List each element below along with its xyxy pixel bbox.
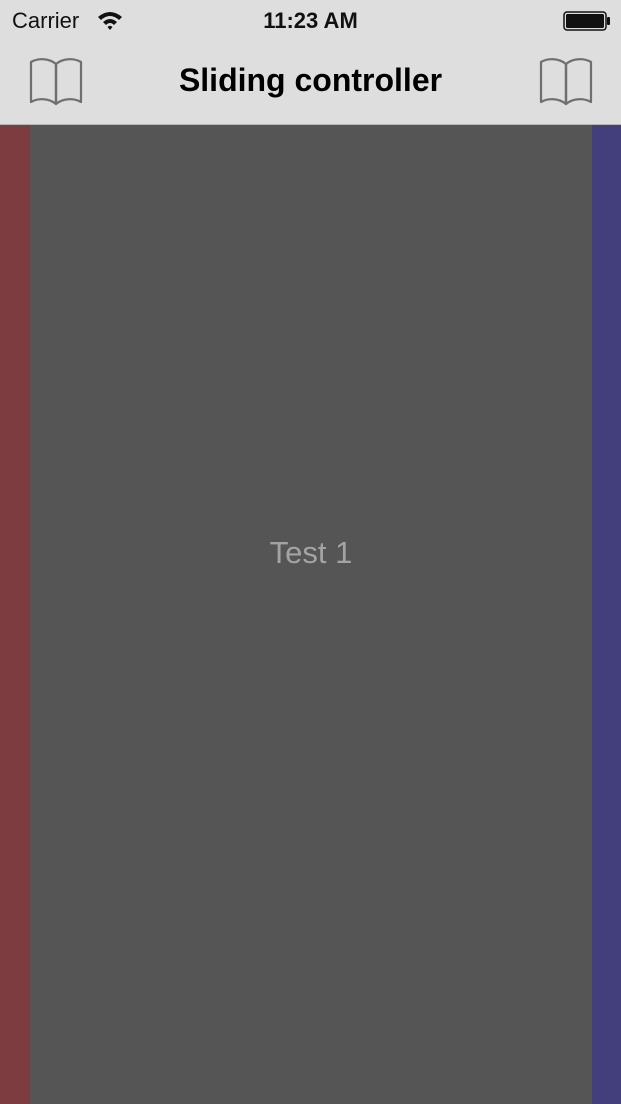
center-content-panel: Test 1	[30, 125, 592, 1104]
navigation-bar: Sliding controller	[0, 40, 621, 124]
left-drawer-panel[interactable]	[0, 0, 30, 1104]
status-time: 11:23 AM	[263, 8, 358, 33]
book-icon	[539, 54, 593, 106]
content-label: Test 1	[269, 535, 353, 570]
app-screen: Test 1 Carrier 11:23 AM Sliding controll…	[0, 0, 621, 1104]
nav-title: Sliding controller	[178, 62, 443, 98]
top-bar: Carrier 11:23 AM Sliding controller	[0, 0, 621, 125]
right-menu-button[interactable]	[539, 54, 593, 106]
status-bar: Carrier 11:23 AM	[0, 0, 621, 40]
battery-icon	[563, 11, 611, 31]
right-drawer-panel[interactable]	[592, 0, 621, 1104]
